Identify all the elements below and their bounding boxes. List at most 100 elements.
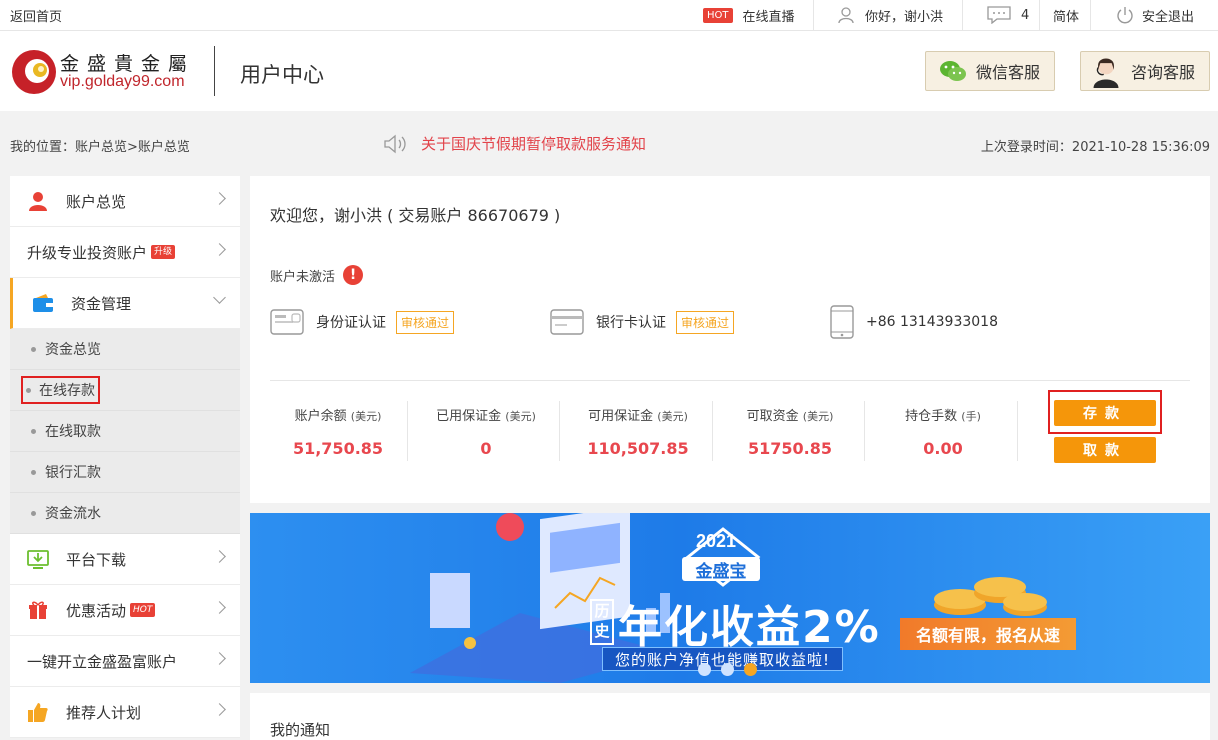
stat-value: 0.00: [923, 439, 963, 458]
logo-text: 金盛貴金屬: [60, 53, 196, 75]
stat-unit: (手): [961, 410, 981, 423]
user-greeting[interactable]: 你好，谢小洪: [837, 0, 943, 30]
stat-unit: (美元): [505, 410, 536, 423]
account-summary-card: 欢迎您，谢小洪 ( 交易账户 86670679 ) 账户未激活 ! 身份证认证 …: [250, 176, 1210, 503]
promo-banner[interactable]: 2021 金盛宝 历史 年化收益2% 您的账户净值也能赚取收益啦! 名额有限，报…: [250, 513, 1210, 683]
gold-coins-icon: [934, 577, 1047, 616]
power-icon: [1117, 7, 1133, 24]
stat-label: 账户余额: [294, 409, 347, 424]
sidebar-subitem-label: 在线存款: [39, 383, 95, 399]
carousel-dot[interactable]: [721, 663, 734, 676]
withdraw-button[interactable]: 取款: [1054, 437, 1156, 463]
stat-value: 51750.85: [747, 439, 832, 458]
consult-service-button[interactable]: 咨询客服: [1080, 51, 1210, 91]
bank-status-badge: 审核通过: [676, 310, 735, 334]
wallet-icon: [31, 291, 55, 315]
chevron-right-icon: [213, 601, 226, 614]
chevron-down-icon: [213, 291, 226, 304]
stat-positions: 持仓手数 (手) 0.00: [875, 405, 1011, 458]
stat-value: 110,507.85: [587, 439, 689, 458]
carousel-dot[interactable]: [698, 663, 711, 676]
sidebar-item-label: 一键开立金盛盈富账户: [27, 652, 178, 671]
banner-headline: 年化收益2%: [618, 602, 881, 653]
stat-value: 51,750.85: [292, 439, 384, 458]
download-icon: [26, 547, 50, 571]
user-icon: [838, 7, 854, 24]
sidebar-item-upgrade[interactable]: 升级专业投资账户 升级: [10, 227, 240, 278]
sidebar-item-promo[interactable]: 优惠活动 HOT: [10, 585, 240, 636]
divider: [1017, 401, 1018, 461]
sidebar-item-label: 账户总览: [66, 192, 127, 211]
hot-badge: HOT: [130, 603, 156, 617]
divider: [270, 380, 1190, 381]
notice-link[interactable]: 关于国庆节假期暂停取款服务通知: [383, 133, 646, 154]
chevron-right-icon: [213, 652, 226, 665]
sidebar-subitem-label: 在线取款: [45, 424, 101, 440]
sidebar-item-download[interactable]: 平台下载: [10, 534, 240, 585]
banner-cta[interactable]: 名额有限，报名从速: [900, 618, 1076, 650]
sidebar-subitem-online-withdraw[interactable]: 在线取款: [10, 411, 240, 452]
id-verification: 身份证认证 审核通过: [270, 309, 455, 335]
deposit-button[interactable]: 存款: [1054, 400, 1156, 426]
sidebar-item-open-account[interactable]: 一键开立金盛盈富账户: [10, 636, 240, 687]
sidebar-subitem-funds-overview[interactable]: 资金总览: [10, 329, 240, 370]
messages-link[interactable]: 4: [987, 0, 1029, 30]
wechat-service-button[interactable]: 微信客服: [925, 51, 1055, 91]
logo-icon[interactable]: [11, 49, 57, 95]
agent-avatar-icon: [1093, 58, 1119, 88]
stat-unit: (美元): [350, 410, 382, 423]
sidebar-subitem-online-deposit[interactable]: 在线存款: [10, 370, 240, 411]
phone-icon: [830, 305, 854, 339]
stat-unit: (美元): [802, 410, 834, 423]
consult-service-label: 咨询客服: [1131, 63, 1196, 82]
banner-year: 2021: [696, 531, 737, 551]
welcome-text: 欢迎您，谢小洪 ( 交易账户 86670679 ): [270, 206, 561, 225]
live-link[interactable]: HOT 在线直播: [703, 0, 795, 30]
sidebar-subitem-label: 资金流水: [45, 506, 101, 522]
sidebar-item-label: 资金管理: [71, 294, 132, 313]
sidebar-item-funds[interactable]: 资金管理: [10, 278, 240, 329]
chevron-right-icon: [213, 192, 226, 205]
stat-label: 已用保证金: [436, 409, 502, 424]
divider: [1090, 0, 1091, 30]
logout-link[interactable]: 安全退出: [1116, 0, 1194, 30]
wechat-icon: [940, 61, 966, 81]
stat-used-margin: 已用保证金 (美元) 0: [418, 405, 554, 458]
stat-label: 可用保证金: [588, 409, 654, 424]
sidebar-subitem-bank-transfer[interactable]: 银行汇款: [10, 452, 240, 493]
account-status: 账户未激活 !: [270, 265, 364, 285]
stat-label: 可取资金: [746, 409, 799, 424]
banner-brand: 金盛宝: [682, 557, 760, 582]
wechat-service-label: 微信客服: [976, 63, 1041, 82]
warning-icon: !: [343, 265, 364, 285]
page-title: 用户中心: [240, 63, 324, 87]
top-bar: 返回首页 HOT 在线直播 你好，谢小洪 4 简体 安全退出: [0, 0, 1218, 31]
phone-number: +86 13143933018: [866, 314, 998, 330]
stat-balance: 账户余额 (美元) 51,750.85: [270, 405, 406, 458]
breadcrumb: 我的位置：账户总览>账户总览: [10, 140, 190, 155]
thumbs-up-icon: [26, 700, 50, 724]
notifications-card: 我的通知: [250, 693, 1210, 740]
banner-history-tag: 历史: [590, 599, 614, 645]
last-login: 上次登录时间：2021-10-28 15:36:09: [980, 140, 1210, 155]
sidebar-item-referral[interactable]: 推荐人计划: [10, 687, 240, 738]
divider: [864, 401, 865, 461]
sidebar-item-label: 优惠活动: [66, 601, 127, 620]
id-verify-label: 身份证认证: [316, 315, 386, 331]
sidebar-item-account-overview[interactable]: 账户总览: [10, 176, 240, 227]
sidebar: 账户总览 升级专业投资账户 升级 资金管理 资金总览 在线存款 在线取款 银行汇…: [10, 176, 240, 738]
sidebar-subitem-fund-flow[interactable]: 资金流水: [10, 493, 240, 534]
divider: [1039, 0, 1040, 30]
bullet: [26, 387, 31, 393]
home-link[interactable]: 返回首页: [10, 6, 62, 25]
language-switch[interactable]: 简体: [1053, 0, 1079, 30]
carousel-dot-active[interactable]: [744, 663, 757, 676]
stat-label: 持仓手数: [905, 409, 958, 424]
bullet: [31, 428, 36, 434]
user-icon: [26, 189, 50, 213]
upgrade-badge: 升级: [151, 245, 176, 259]
stat-available-margin: 可用保证金 (美元) 110,507.85: [570, 405, 706, 458]
stat-unit: (美元): [657, 410, 688, 423]
logo-url: vip.golday99.com: [60, 73, 185, 90]
highlight-box: 在线存款: [21, 376, 100, 404]
